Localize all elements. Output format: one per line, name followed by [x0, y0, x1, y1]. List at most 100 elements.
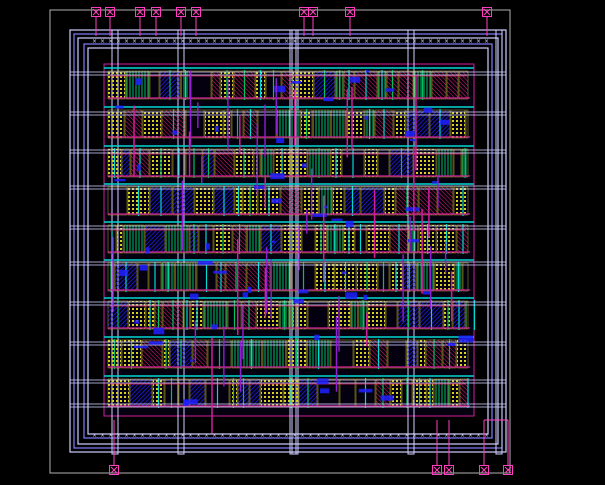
ring-mark: × [396, 432, 401, 439]
ring-mark: × [420, 432, 425, 439]
ring-mark: × [92, 432, 97, 439]
std-cell [231, 339, 241, 369]
metal1-shape [270, 173, 285, 180]
metal1-shape [183, 400, 189, 406]
metal1-shape [291, 80, 301, 84]
metal1-shape [422, 291, 431, 295]
metal1-shape [423, 107, 433, 113]
metal1-shape [380, 395, 394, 401]
ring-mark: × [436, 38, 441, 45]
metal1-shape [198, 260, 213, 265]
ring-mark: × [268, 38, 273, 45]
ring-mark: × [276, 38, 281, 45]
metal1-shape [247, 286, 252, 293]
ring-mark: × [380, 432, 385, 439]
ring-mark: × [132, 432, 137, 439]
ring-mark: × [428, 38, 433, 45]
ring-mark: × [236, 432, 241, 439]
ring-mark: × [364, 432, 369, 439]
std-cell [406, 339, 418, 369]
ring-mark: × [332, 432, 337, 439]
ring-mark: × [276, 432, 281, 439]
std-cell [204, 109, 224, 139]
metal1-shape [363, 294, 368, 301]
metal1-shape [211, 324, 218, 330]
metal1-shape [148, 341, 163, 345]
ring-mark: × [356, 432, 361, 439]
metal1-shape [319, 388, 330, 394]
ring-mark: × [460, 432, 465, 439]
metal1-shape [364, 115, 369, 120]
std-cell [194, 186, 214, 216]
chip-layout-drawing[interactable]: ××××××××××××××××××××××××××××××××××××××××… [0, 0, 605, 485]
ring-mark: × [228, 38, 233, 45]
metal1-shape [345, 292, 358, 299]
std-cell [174, 262, 190, 292]
metal1-shape [301, 163, 307, 168]
ring-mark: × [116, 432, 121, 439]
metal1-shape [314, 334, 320, 341]
ring-mark: × [172, 432, 177, 439]
ring-mark: × [484, 38, 489, 45]
ring-mark: × [140, 432, 145, 439]
ring-mark: × [196, 432, 201, 439]
std-cell [189, 262, 197, 292]
std-cell [107, 109, 125, 139]
metal1-shape [135, 78, 143, 85]
ring-mark: × [164, 432, 169, 439]
std-cell [332, 186, 345, 216]
ring-mark: × [324, 38, 329, 45]
std-cell [437, 186, 454, 216]
ring-mark: × [164, 38, 169, 45]
ring-mark: × [412, 432, 417, 439]
metal1-shape [447, 342, 456, 346]
ring-mark: × [428, 432, 433, 439]
layout-canvas[interactable]: × × × × × × × × × × × × × × × × × × × × × × × × × × × × × × × × × × × × × × × ×… [0, 0, 605, 485]
ring-mark: × [196, 38, 201, 45]
std-cell [384, 186, 396, 216]
metal1-shape [298, 289, 309, 294]
ring-mark: × [252, 38, 257, 45]
metal1-shape [440, 119, 450, 125]
metal1-shape [432, 181, 438, 184]
std-cell [318, 186, 333, 216]
metal1-shape [271, 240, 276, 243]
metal1-shape [172, 130, 177, 135]
ring-mark: × [212, 432, 217, 439]
std-cell [345, 109, 365, 139]
metal1-shape [404, 131, 415, 137]
ring-mark: × [212, 38, 217, 45]
std-cell [453, 186, 469, 216]
ring-mark: × [332, 38, 337, 45]
ring-mark: × [204, 38, 209, 45]
std-cell [456, 339, 469, 369]
metal1-shape [242, 292, 248, 298]
ring-mark: × [460, 38, 465, 45]
metal1-shape [136, 164, 141, 171]
metal1-shape [276, 137, 285, 144]
metal1-shape [312, 213, 327, 217]
ring-mark: × [204, 432, 209, 439]
ring-mark: × [172, 38, 177, 45]
ring-mark: × [252, 432, 257, 439]
ring-mark: × [188, 38, 193, 45]
metal1-shape [409, 138, 415, 142]
metal1-shape [114, 179, 126, 182]
metal1-shape [271, 198, 282, 204]
ring-mark: × [444, 38, 449, 45]
ring-mark: × [284, 38, 289, 45]
std-cell [262, 339, 287, 369]
metal1-shape [254, 185, 267, 189]
metal1-shape [458, 335, 474, 343]
ring-mark: × [156, 38, 161, 45]
std-cell [270, 262, 292, 292]
std-cell [301, 186, 319, 216]
ring-mark: × [348, 432, 353, 439]
ring-mark: × [244, 432, 249, 439]
ring-mark: × [140, 38, 145, 45]
metal1-shape [316, 378, 329, 385]
ring-mark: × [220, 432, 225, 439]
ring-mark: × [260, 38, 265, 45]
ring-mark: × [132, 38, 137, 45]
ring-mark: × [300, 432, 305, 439]
